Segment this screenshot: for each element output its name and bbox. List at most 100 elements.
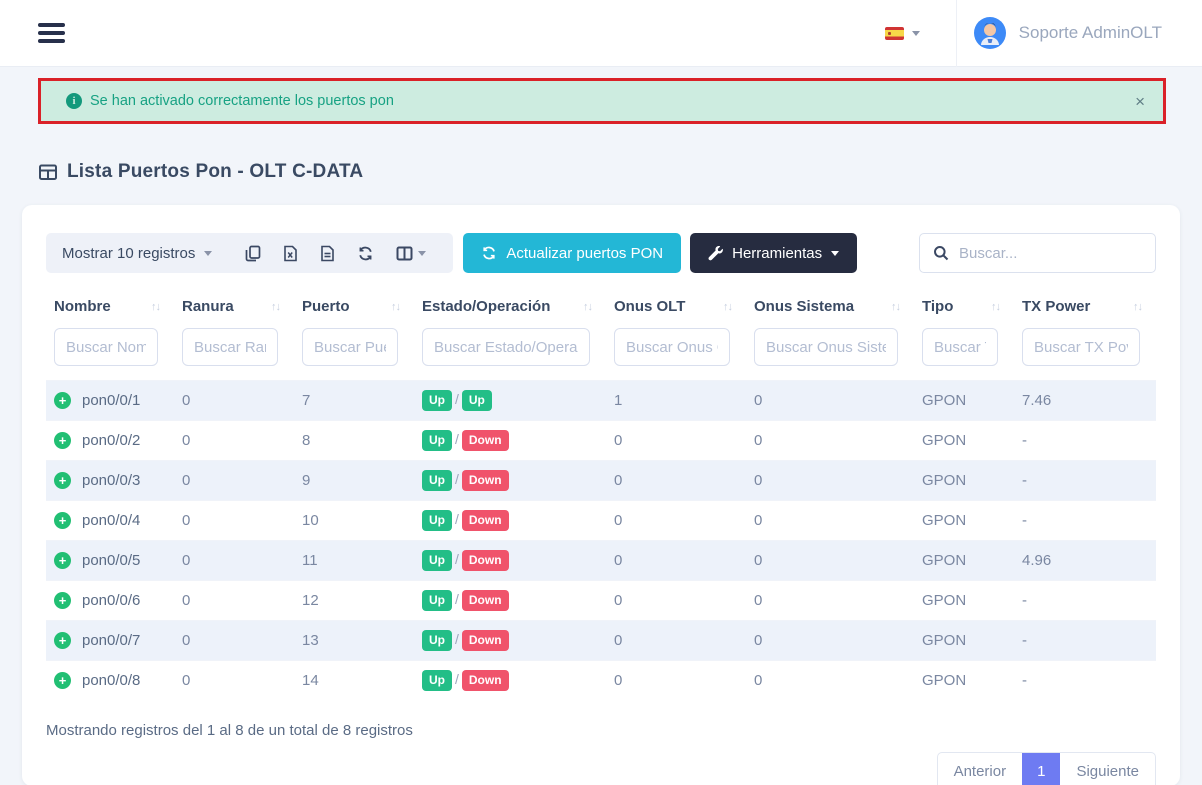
- search-input[interactable]: [959, 245, 1142, 262]
- onus-sistema-cell: 0: [746, 581, 914, 621]
- spain-flag-icon: [885, 27, 904, 40]
- onus-sistema-cell: 0: [746, 621, 914, 661]
- copy-icon[interactable]: [245, 245, 261, 262]
- puerto-cell: 13: [294, 621, 414, 661]
- status-badge: Down: [462, 670, 509, 691]
- tipo-cell: GPON: [914, 541, 1014, 581]
- col-header-tx-power[interactable]: TX Power↑↓: [1014, 288, 1156, 328]
- port-name: pon0/0/6: [82, 592, 140, 609]
- estado-cell: Up/Up: [414, 381, 606, 421]
- tx-power-cell: 4.96: [1014, 541, 1156, 581]
- onus-olt-cell: 0: [606, 541, 746, 581]
- status-badge: Down: [462, 510, 509, 531]
- expand-row-icon[interactable]: +: [54, 432, 71, 449]
- language-selector[interactable]: [885, 27, 920, 40]
- pagination-previous-button[interactable]: Anterior: [938, 753, 1023, 785]
- pagination-next-button[interactable]: Siguiente: [1060, 753, 1155, 785]
- table-row: +pon0/0/7 0 13 Up/Down 0 0 GPON -: [46, 621, 1156, 661]
- col-header-ranura[interactable]: Ranura↑↓: [174, 288, 294, 328]
- filter-estado-input[interactable]: [422, 328, 590, 366]
- ranura-cell: 0: [174, 541, 294, 581]
- expand-row-icon[interactable]: +: [54, 632, 71, 649]
- filter-onus-olt-input[interactable]: [614, 328, 730, 366]
- navbar-divider: [956, 0, 957, 67]
- table-info: Mostrando registros del 1 al 8 de un tot…: [46, 722, 1156, 739]
- onus-olt-cell: 0: [606, 581, 746, 621]
- ranura-cell: 0: [174, 581, 294, 621]
- page-length-dropdown[interactable]: Mostrar 10 registros: [62, 245, 212, 262]
- status-badge: Up: [422, 430, 452, 451]
- filter-ranura-input[interactable]: [182, 328, 278, 366]
- filter-tipo-input[interactable]: [922, 328, 998, 366]
- onus-sistema-cell: 0: [746, 421, 914, 461]
- expand-row-icon[interactable]: +: [54, 552, 71, 569]
- user-name[interactable]: Soporte AdminOLT: [1019, 23, 1162, 43]
- tools-dropdown-button[interactable]: Herramientas: [690, 233, 857, 273]
- status-badge: Down: [462, 590, 509, 611]
- expand-row-icon[interactable]: +: [54, 392, 71, 409]
- filter-tx-power-input[interactable]: [1022, 328, 1140, 366]
- estado-cell: Up/Down: [414, 461, 606, 501]
- filter-puerto-input[interactable]: [302, 328, 398, 366]
- tx-power-cell: -: [1014, 621, 1156, 661]
- pagination-page-1[interactable]: 1: [1022, 753, 1060, 785]
- status-badge: Down: [462, 430, 509, 451]
- global-search: [919, 233, 1156, 273]
- export-document-icon[interactable]: [320, 245, 335, 262]
- table-row: +pon0/0/1 0 7 Up/Up 1 0 GPON 7.46: [46, 381, 1156, 421]
- search-icon: [933, 245, 949, 261]
- col-header-onus-sistema[interactable]: Onus Sistema↑↓: [746, 288, 914, 328]
- expand-row-icon[interactable]: +: [54, 672, 71, 689]
- filter-onus-sistema-input[interactable]: [754, 328, 898, 366]
- port-name: pon0/0/4: [82, 512, 140, 529]
- onus-sistema-cell: 0: [746, 381, 914, 421]
- table-row: +pon0/0/2 0 8 Up/Down 0 0 GPON -: [46, 421, 1156, 461]
- tx-power-cell: -: [1014, 501, 1156, 541]
- col-header-puerto[interactable]: Puerto↑↓: [294, 288, 414, 328]
- expand-row-icon[interactable]: +: [54, 592, 71, 609]
- refresh-pon-ports-button[interactable]: Actualizar puertos PON: [463, 233, 681, 273]
- ranura-cell: 0: [174, 661, 294, 701]
- estado-cell: Up/Down: [414, 501, 606, 541]
- puerto-cell: 8: [294, 421, 414, 461]
- col-header-nombre[interactable]: Nombre↑↓: [46, 288, 174, 328]
- page-title: Lista Puertos Pon - OLT C-DATA: [67, 161, 363, 183]
- col-header-tipo[interactable]: Tipo↑↓: [914, 288, 1014, 328]
- expand-row-icon[interactable]: +: [54, 472, 71, 489]
- puerto-cell: 10: [294, 501, 414, 541]
- ranura-cell: 0: [174, 501, 294, 541]
- onus-olt-cell: 0: [606, 421, 746, 461]
- expand-row-icon[interactable]: +: [54, 512, 71, 529]
- onus-sistema-cell: 0: [746, 541, 914, 581]
- onus-olt-cell: 0: [606, 661, 746, 701]
- onus-sistema-cell: 0: [746, 501, 914, 541]
- estado-cell: Up/Down: [414, 541, 606, 581]
- onus-sistema-cell: 0: [746, 461, 914, 501]
- info-icon: i: [66, 93, 82, 109]
- export-excel-icon[interactable]: [283, 245, 298, 262]
- close-icon[interactable]: ×: [1135, 93, 1145, 110]
- column-visibility-dropdown[interactable]: [396, 246, 426, 261]
- sort-icon: ↑↓: [583, 301, 598, 313]
- status-badge: Down: [462, 630, 509, 651]
- estado-cell: Up/Down: [414, 421, 606, 461]
- status-badge: Up: [422, 670, 452, 691]
- filter-nombre-input[interactable]: [54, 328, 158, 366]
- puerto-cell: 7: [294, 381, 414, 421]
- reload-table-icon[interactable]: [357, 245, 374, 262]
- puerto-cell: 14: [294, 661, 414, 701]
- status-badge: Up: [422, 510, 452, 531]
- col-header-onus-olt[interactable]: Onus OLT↑↓: [606, 288, 746, 328]
- tx-power-cell: -: [1014, 581, 1156, 621]
- pon-ports-card: Mostrar 10 registros: [22, 205, 1180, 785]
- ranura-cell: 0: [174, 621, 294, 661]
- avatar[interactable]: [973, 16, 1007, 50]
- tipo-cell: GPON: [914, 381, 1014, 421]
- port-name: pon0/0/7: [82, 632, 140, 649]
- table-row: +pon0/0/8 0 14 Up/Down 0 0 GPON -: [46, 661, 1156, 701]
- menu-toggle-icon[interactable]: [38, 19, 65, 47]
- col-header-estado-operacion[interactable]: Estado/Operación↑↓: [414, 288, 606, 328]
- tx-power-cell: -: [1014, 421, 1156, 461]
- alert-message: Se han activado correctamente los puerto…: [90, 93, 394, 109]
- tipo-cell: GPON: [914, 501, 1014, 541]
